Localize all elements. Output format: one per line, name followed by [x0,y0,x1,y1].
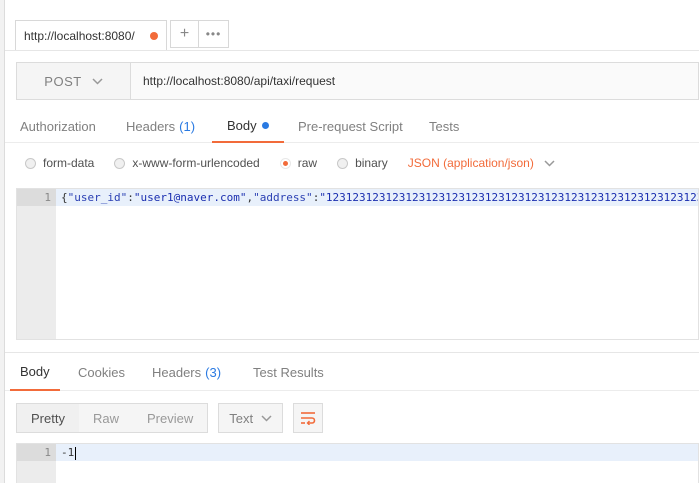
body-indicator-dot-icon [261,122,269,129]
response-code-line[interactable]: -1 [61,444,698,461]
format-select[interactable]: Text [218,403,284,433]
postman-window: http://localhost:8080/ + ••• POST http:/… [0,0,699,483]
code-token: { [61,191,68,204]
response-toolbar: Pretty Raw Preview Text [16,403,324,433]
code-line[interactable]: {"user_id":"user1@naver.com","address":"… [61,189,698,206]
chevron-down-icon [92,77,103,85]
tab-test-results[interactable]: Test Results [253,353,324,391]
tab-tests[interactable]: Tests [429,110,459,143]
tab-response-headers[interactable]: Headers (3) [152,353,221,391]
sidebar-edge[interactable] [0,0,5,483]
chevron-down-icon [261,414,272,422]
new-tab-button[interactable]: + [171,21,199,47]
more-tabs-button[interactable]: ••• [199,21,228,47]
tab-label: Headers [152,364,202,380]
request-body-editor[interactable]: 1 {"user_id":"user1@naver.com","address"… [16,188,699,340]
code-token: "user_id" [67,191,128,204]
request-tab[interactable]: http://localhost:8080/ [15,20,167,50]
tab-label: Authorization [20,119,96,134]
code-token: "address" [253,191,313,204]
option-form-data[interactable]: form-data [25,156,94,170]
url-input[interactable]: http://localhost:8080/api/taxi/request [131,62,699,100]
raw-button[interactable]: Raw [79,404,133,432]
tab-authorization[interactable]: Authorization [20,110,96,143]
method-select[interactable]: POST [16,62,131,100]
radio-form-data[interactable] [25,157,36,169]
pretty-button[interactable]: Pretty [17,404,79,432]
format-label: Text [229,410,254,426]
request-tab-strip: http://localhost:8080/ + ••• [5,0,699,51]
radio-binary[interactable] [337,157,349,169]
tab-cookies[interactable]: Cookies [78,353,125,391]
tab-label: Pre-request Script [298,119,403,134]
tab-label: Body [20,363,50,379]
option-label: raw [297,156,318,170]
url-text: http://localhost:8080/api/taxi/request [143,74,336,88]
wrap-lines-button[interactable] [293,403,324,433]
option-label: form-data [43,156,95,170]
text-cursor [75,446,77,460]
tab-headers[interactable]: Headers (1) [126,110,195,143]
option-label: x-www-form-urlencoded [132,156,260,170]
headers-count-badge: (1) [179,119,196,134]
content-type-select[interactable]: JSON (application/json) [408,156,555,170]
tab-label: Test Results [253,364,324,380]
code-token: "123123123123123123123123123123123123123… [319,191,698,204]
unsaved-dot-icon [150,32,158,40]
wrap-lines-icon [301,412,316,425]
option-binary[interactable]: binary [337,156,388,170]
line-number: 1 [44,446,51,459]
tab-body[interactable]: Body [212,110,284,143]
code-token: : [127,191,134,204]
tab-actions: + ••• [170,20,229,48]
content-type-label: JSON (application/json) [407,156,534,170]
option-urlencoded[interactable]: x-www-form-urlencoded [114,156,260,170]
response-tabs: Body Cookies Headers (3) Test Results [5,352,699,391]
response-content: -1 [61,446,75,459]
view-mode-group: Pretty Raw Preview [16,403,209,433]
tab-label: Body [227,118,257,133]
preview-button[interactable]: Preview [133,404,207,432]
line-number: 1 [44,191,51,204]
tab-response-body[interactable]: Body [10,353,60,391]
body-type-options: form-data x-www-form-urlencoded raw bina… [25,152,555,174]
radio-raw[interactable] [279,157,291,169]
chevron-down-icon [544,159,555,167]
tab-label: Cookies [78,364,125,380]
tab-label: Tests [429,119,460,134]
headers-count-badge: (3) [205,364,222,380]
request-tab-label: http://localhost:8080/ [24,28,135,43]
tab-pre-request-script[interactable]: Pre-request Script [298,110,403,143]
url-bar: POST http://localhost:8080/api/taxi/requ… [16,62,699,100]
editor-gutter [17,189,56,339]
radio-urlencoded[interactable] [114,157,126,169]
option-raw[interactable]: raw [279,156,318,170]
response-body-editor[interactable]: 1 -1 [16,443,699,483]
option-label: binary [355,156,388,170]
method-label: POST [44,73,82,89]
code-token: "user1@naver.com" [133,191,247,204]
tab-label: Headers [126,119,176,134]
request-tabs: Authorization Headers (1) Body Pre-reque… [5,110,699,143]
